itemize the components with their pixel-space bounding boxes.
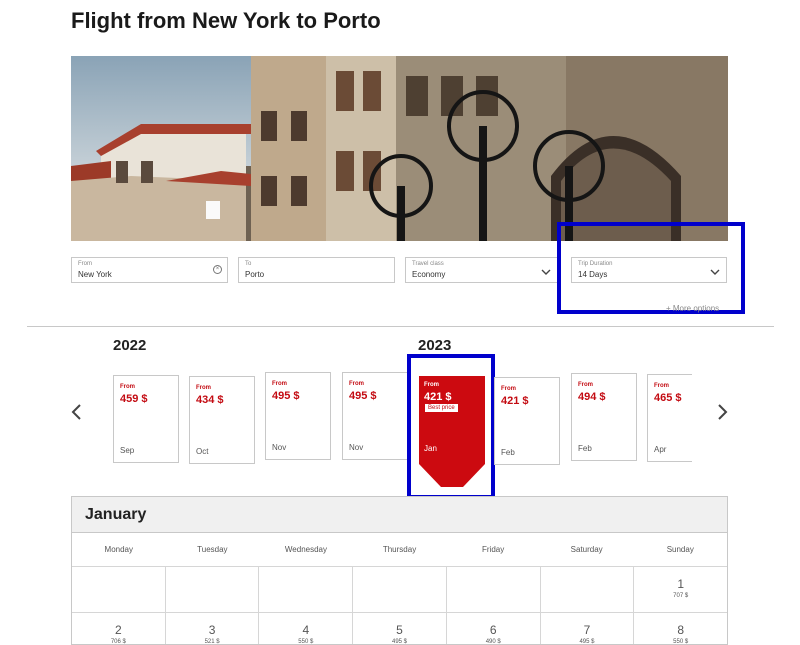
month-card-month: Apr	[654, 445, 667, 454]
weekday-label: Saturday	[570, 545, 603, 554]
day-number: 7	[583, 623, 591, 637]
month-card-price: 495 $	[272, 390, 300, 402]
to-value: Porto	[245, 270, 265, 279]
divider	[27, 326, 774, 327]
month-card-price: 459 $	[120, 393, 148, 405]
chevron-left-icon[interactable]	[70, 402, 84, 422]
more-options-link[interactable]: + More options	[666, 304, 719, 313]
travel-class-value: Economy	[412, 270, 446, 279]
month-card[interactable]: From 421 $ Feb	[494, 377, 560, 465]
calendar-day[interactable]: 2 706 $	[72, 613, 166, 645]
month-card-from: From	[272, 381, 287, 387]
month-card-month: Nov	[349, 443, 364, 452]
day-number: 1	[677, 577, 685, 591]
month-card[interactable]: From 459 $ Sep	[113, 375, 179, 463]
calendar-day[interactable]: 5 495 $	[353, 613, 447, 645]
calendar-day[interactable]: 8 550 $	[634, 613, 727, 645]
month-card-price: 465 $	[654, 392, 682, 404]
to-label: To	[245, 261, 252, 267]
day-number: 3	[208, 623, 216, 637]
calendar-week: 1 707 $	[72, 566, 727, 612]
year-label-2022: 2022	[113, 337, 147, 354]
weekday-header: Monday Tuesday Wednesday Thursday Friday…	[72, 533, 727, 566]
calendar-day-empty	[259, 567, 354, 612]
day-number: 6	[489, 623, 497, 637]
day-number: 8	[677, 623, 685, 637]
day-number: 4	[302, 623, 310, 637]
day-price: 521 $	[204, 639, 220, 645]
calendar-week: 2 706 $ 3 521 $ 4 550 $ 5 495 $ 6 490 $ 7 495 …	[72, 612, 727, 645]
calendar-day-empty	[166, 567, 260, 612]
day-price: 706 $	[110, 639, 126, 645]
day-price: 490 $	[485, 639, 501, 645]
month-card-price: 495 $	[349, 390, 377, 402]
month-card-from: From	[654, 383, 669, 389]
day-price: 550 $	[673, 639, 689, 645]
calendar-day-empty	[447, 567, 541, 612]
month-card-month: Oct	[196, 447, 209, 456]
month-card[interactable]: From 494 $ Feb	[571, 373, 637, 461]
month-card-from: From	[120, 384, 135, 390]
calendar: January Monday Tuesday Wednesday Thursda…	[71, 496, 728, 645]
day-price: 550 $	[298, 639, 314, 645]
day-number: 2	[115, 623, 122, 637]
weekday-label: Wednesday	[284, 545, 327, 554]
calendar-day[interactable]: 3 521 $	[166, 613, 260, 645]
month-card[interactable]: From 495 $ Nov	[265, 372, 331, 460]
month-card-from: From	[196, 385, 211, 391]
day-number: 5	[396, 623, 403, 637]
weekday-label: Friday	[481, 545, 505, 554]
trip-duration-highlight	[557, 222, 745, 314]
month-card-from: From	[349, 381, 364, 387]
calendar-day-empty	[541, 567, 635, 612]
calendar-day-empty	[72, 567, 166, 612]
calendar-day[interactable]: 6 490 $	[447, 613, 541, 645]
from-label: From	[78, 261, 92, 267]
chevron-down-icon	[541, 264, 551, 282]
calendar-day[interactable]: 7 495 $	[541, 613, 635, 645]
calendar-day[interactable]: 4 550 $	[259, 613, 354, 645]
calendar-day-empty	[353, 567, 447, 612]
clear-icon[interactable]: ×	[213, 265, 222, 274]
page-title: Flight from New York to Porto	[71, 8, 381, 33]
calendar-day[interactable]: 1 707 $	[634, 567, 727, 612]
weekday-label: Monday	[104, 545, 134, 554]
day-price: 707 $	[673, 593, 689, 599]
month-card-price: 494 $	[578, 391, 606, 403]
month-card-from: From	[578, 382, 593, 388]
year-label-2023: 2023	[418, 337, 452, 354]
month-card[interactable]: From 434 $ Oct	[189, 376, 255, 464]
weekday-label: Sunday	[666, 545, 694, 554]
month-card[interactable]: From 465 $ Apr	[647, 374, 692, 462]
selected-month-highlight	[407, 354, 495, 499]
from-field[interactable]: From New York ×	[71, 257, 228, 283]
month-card-from: From	[501, 386, 516, 392]
travel-class-label: Travel class	[412, 261, 444, 267]
month-card-month: Nov	[272, 443, 287, 452]
calendar-month-title: January	[72, 497, 727, 533]
travel-class-select[interactable]: Travel class Economy	[405, 257, 558, 283]
month-card-month: Sep	[120, 446, 135, 455]
from-value: New York	[78, 270, 112, 279]
day-price: 495 $	[392, 639, 408, 645]
day-price: 495 $	[579, 639, 595, 645]
month-card-price: 434 $	[196, 394, 224, 406]
weekday-label: Thursday	[382, 545, 417, 554]
month-card-month: Feb	[578, 444, 592, 453]
hero-image	[71, 56, 728, 241]
month-card-month: Feb	[501, 448, 515, 457]
chevron-right-icon[interactable]	[715, 402, 729, 422]
weekday-label: Tuesday	[197, 545, 228, 554]
month-card[interactable]: From 495 $ Nov	[342, 372, 408, 460]
month-card-price: 421 $	[501, 395, 529, 407]
to-field[interactable]: To Porto	[238, 257, 395, 283]
